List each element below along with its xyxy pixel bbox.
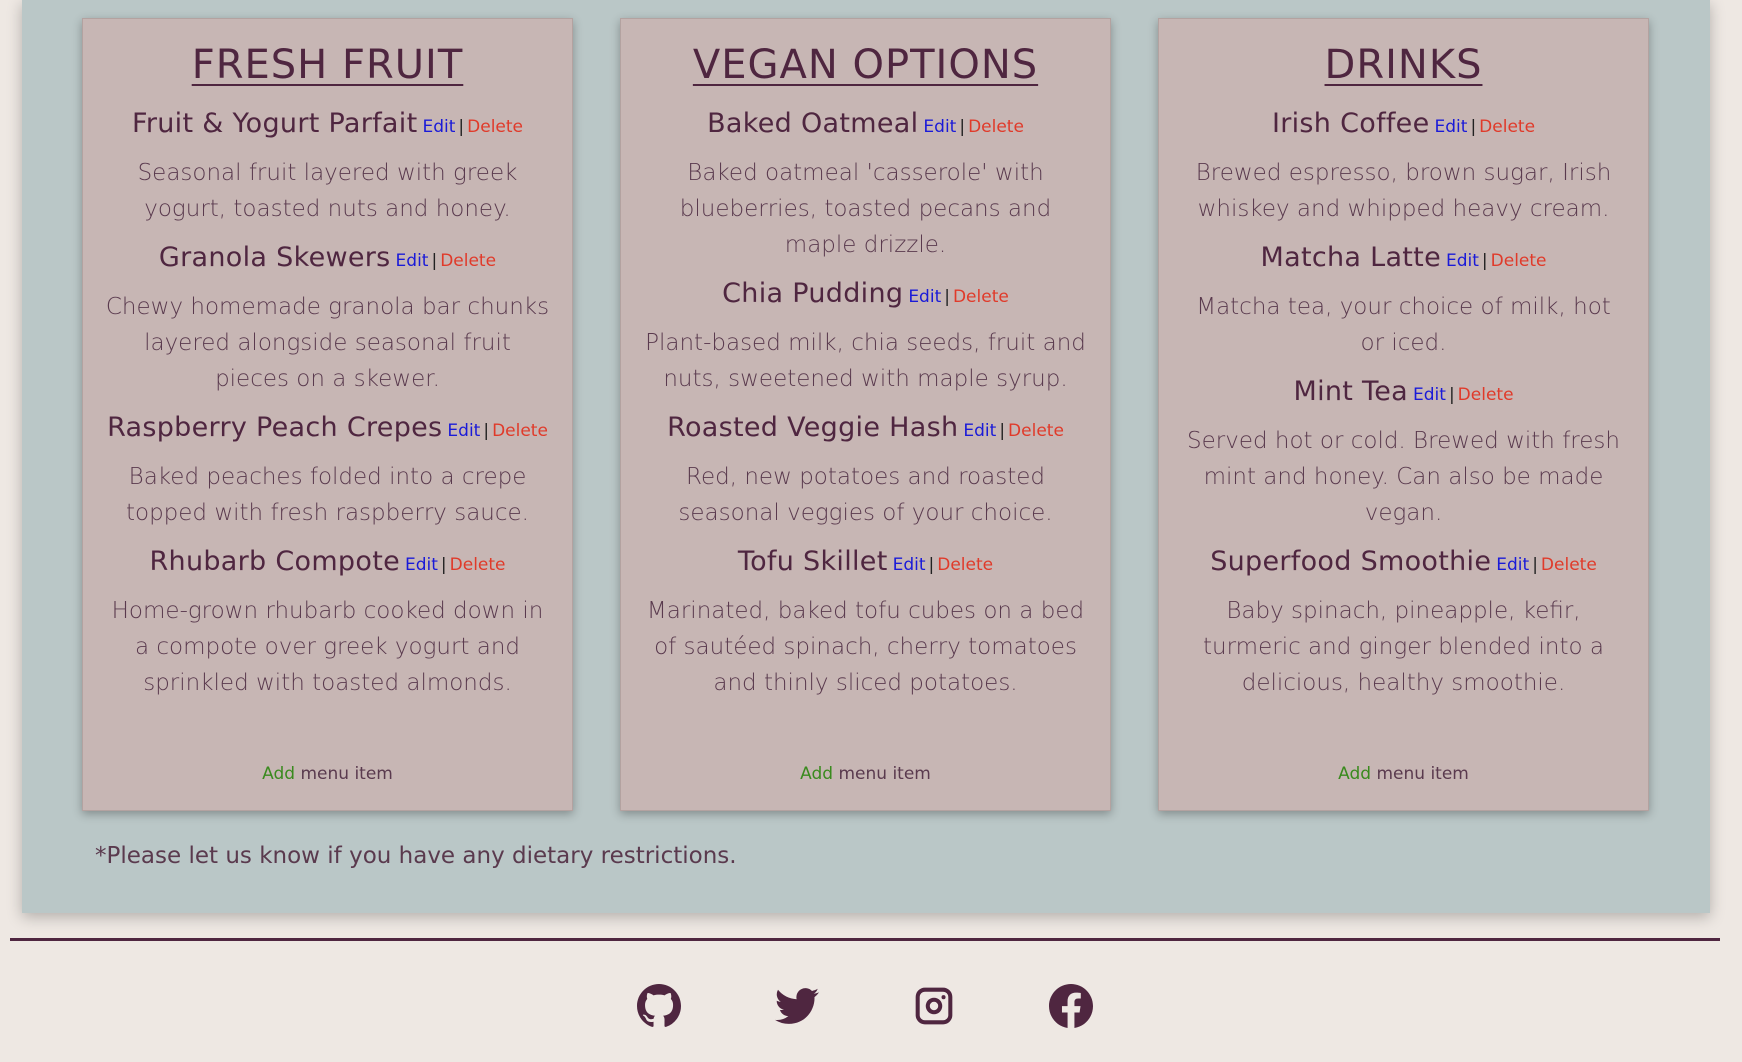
delete-link[interactable]: Delete xyxy=(1458,385,1514,405)
separator: | xyxy=(944,287,950,307)
menu-item-name: Chia Pudding xyxy=(722,278,904,309)
delete-link[interactable]: Delete xyxy=(968,117,1024,137)
edit-link[interactable]: Edit xyxy=(1413,385,1446,405)
delete-link[interactable]: Delete xyxy=(450,555,506,575)
delete-link[interactable]: Delete xyxy=(953,287,1009,307)
delete-link[interactable]: Delete xyxy=(1479,117,1535,137)
menu-card-drinks: DRINKS Irish Coffee Edit | Delete Brewed es… xyxy=(1158,18,1649,811)
add-menu-item-text: menu item xyxy=(295,764,393,784)
menu-item: Chia Pudding Edit | Delete Plant-based milk… xyxy=(643,277,1088,397)
menu-item: Matcha Latte Edit | Delete Matcha tea, your… xyxy=(1181,241,1626,361)
menu-item: Rhubarb Compote Edit | Delete Home-grown rh… xyxy=(105,545,550,701)
facebook-icon[interactable] xyxy=(1049,984,1093,1028)
separator: | xyxy=(1532,555,1538,575)
menu-item-description: Baked oatmeal 'casserole' with blueberri… xyxy=(679,160,1052,258)
twitter-icon[interactable] xyxy=(775,984,819,1028)
menu-item-description: Seasonal fruit layered with greek yogurt… xyxy=(137,160,518,222)
edit-link[interactable]: Edit xyxy=(1496,555,1529,575)
delete-link[interactable]: Delete xyxy=(440,251,496,271)
edit-link[interactable]: Edit xyxy=(422,117,455,137)
edit-link[interactable]: Edit xyxy=(1435,117,1468,137)
separator: | xyxy=(431,251,438,271)
add-menu-item-row: Add menu item xyxy=(1159,764,1648,784)
add-menu-item-link[interactable]: Add xyxy=(1338,764,1371,784)
menu-item: Roasted Veggie Hash Edit | Delete Red, new … xyxy=(643,411,1088,531)
menu-card-vegan-options: VEGAN OPTIONS Baked Oatmeal Edit | Delete B… xyxy=(620,18,1111,811)
menu-item: Baked Oatmeal Edit | Delete Baked oatmeal '… xyxy=(643,107,1088,263)
menu-item: Irish Coffee Edit | Delete Brewed espresso,… xyxy=(1181,107,1626,227)
add-menu-item-text: menu item xyxy=(833,764,931,784)
menu-item: Tofu Skillet Edit | Delete Marinated, baked… xyxy=(643,545,1088,701)
menu-item-description: Chewy homemade granola bar chunks layere… xyxy=(105,294,550,392)
menu-item-description: Plant-based milk, chia seeds, fruit and … xyxy=(645,330,1086,392)
delete-link[interactable]: Delete xyxy=(1008,421,1064,441)
edit-link[interactable]: Edit xyxy=(396,251,429,271)
separator: | xyxy=(1481,251,1488,271)
delete-link[interactable]: Delete xyxy=(1491,251,1547,271)
edit-link[interactable]: Edit xyxy=(923,117,956,137)
menu-item: Mint Tea Edit | Delete Served hot or cold. … xyxy=(1181,375,1626,531)
delete-link[interactable]: Delete xyxy=(492,421,548,441)
menu-panel: FRESH FRUIT Fruit & Yogurt Parfait Edit | D… xyxy=(22,0,1710,913)
delete-link[interactable]: Delete xyxy=(1541,555,1597,575)
menu-item-description: Home-grown rhubarb cooked down in a comp… xyxy=(111,598,544,696)
delete-link[interactable]: Delete xyxy=(467,117,523,137)
separator: | xyxy=(959,117,966,137)
menu-card-fresh-fruit: FRESH FRUIT Fruit & Yogurt Parfait Edit | D… xyxy=(82,18,573,811)
menu-item-name: Granola Skewers xyxy=(158,242,391,273)
dietary-note: *Please let us know if you have any diet… xyxy=(95,843,737,869)
delete-link[interactable]: Delete xyxy=(937,555,993,575)
menu-item-description: Matcha tea, your choice of milk, hot or … xyxy=(1196,294,1611,356)
separator: | xyxy=(483,421,490,441)
menu-item-description: Served hot or cold. Brewed with fresh mi… xyxy=(1187,428,1620,526)
menu-item-name: Matcha Latte xyxy=(1260,242,1441,273)
edit-link[interactable]: Edit xyxy=(908,287,941,307)
add-menu-item-link[interactable]: Add xyxy=(800,764,833,784)
separator: | xyxy=(1448,385,1455,405)
edit-link[interactable]: Edit xyxy=(963,421,996,441)
footer-divider xyxy=(10,938,1720,941)
edit-link[interactable]: Edit xyxy=(893,555,926,575)
menu-item-name: Irish Coffee xyxy=(1271,108,1430,139)
separator: | xyxy=(1470,117,1477,137)
menu-item-name: Raspberry Peach Crepes xyxy=(107,412,443,443)
menu-item-name: Baked Oatmeal xyxy=(707,108,919,139)
menu-item: Granola Skewers Edit | Delete Chewy homemad… xyxy=(105,241,550,397)
menu-item-description: Marinated, baked tofu cubes on a bed of … xyxy=(646,598,1085,696)
add-menu-item-text: menu item xyxy=(1371,764,1469,784)
card-title: FRESH FRUIT xyxy=(191,42,464,88)
menu-item-name: Rhubarb Compote xyxy=(149,546,400,577)
menu-item-name: Mint Tea xyxy=(1293,376,1409,407)
edit-link[interactable]: Edit xyxy=(1446,251,1479,271)
separator: | xyxy=(928,555,935,575)
menu-item-description: Brewed espresso, brown sugar, Irish whis… xyxy=(1195,160,1612,222)
add-menu-item-row: Add menu item xyxy=(621,764,1110,784)
edit-link[interactable]: Edit xyxy=(405,555,438,575)
menu-item-description: Red, new potatoes and roasted seasonal v… xyxy=(678,464,1053,526)
menu-item: Fruit & Yogurt Parfait Edit | Delete Season… xyxy=(105,107,550,227)
menu-item-description: Baby spinach, pineapple, kefir, turmeric… xyxy=(1203,598,1604,696)
menu-item-name: Fruit & Yogurt Parfait xyxy=(131,108,418,139)
menu-item: Superfood Smoothie Edit | Delete Baby spina… xyxy=(1181,545,1626,701)
card-title: DRINKS xyxy=(1324,42,1483,88)
card-title: VEGAN OPTIONS xyxy=(692,42,1039,88)
github-icon[interactable] xyxy=(637,984,681,1028)
menu-item-name: Tofu Skillet xyxy=(737,546,888,577)
add-menu-item-link[interactable]: Add xyxy=(262,764,295,784)
instagram-icon[interactable] xyxy=(912,984,956,1028)
edit-link[interactable]: Edit xyxy=(447,421,480,441)
separator: | xyxy=(440,555,447,575)
menu-item-description: Baked peaches folded into a crepe topped… xyxy=(125,464,529,526)
add-menu-item-row: Add menu item xyxy=(83,764,572,784)
separator: | xyxy=(458,117,465,137)
separator: | xyxy=(999,421,1006,441)
menu-item: Raspberry Peach Crepes Edit | Delete Baked … xyxy=(105,411,550,531)
menu-item-name: Superfood Smoothie xyxy=(1210,546,1492,577)
menu-item-name: Roasted Veggie Hash xyxy=(667,412,959,443)
